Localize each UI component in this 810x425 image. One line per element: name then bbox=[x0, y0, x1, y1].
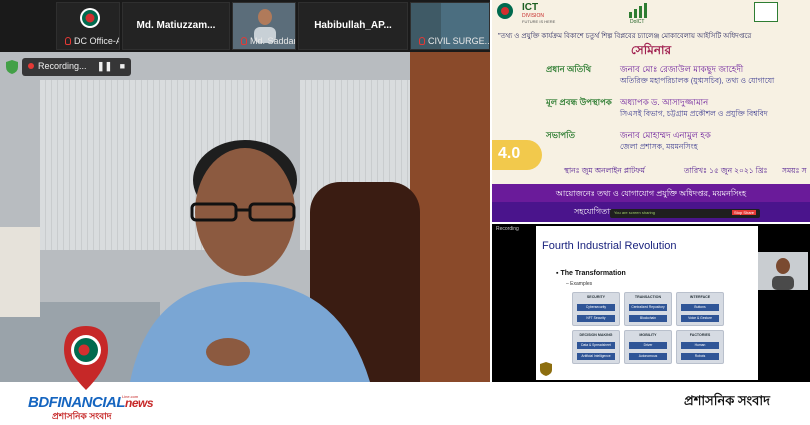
chief-guest-role: প্রধান অতিথি bbox=[546, 64, 592, 74]
participant-tile[interactable]: CIVIL SURGE... bbox=[410, 2, 490, 50]
section-title: প্রশাসনিক সংবাদ bbox=[684, 393, 770, 408]
stop-share-button[interactable]: Stop Share bbox=[731, 210, 756, 215]
seminar-title: সেমিনার bbox=[630, 43, 672, 57]
bangladesh-emblem-icon bbox=[497, 3, 513, 19]
chief-guest-name: জনাব মোঃ রেজাউল মাকছুদ জাহেদী bbox=[620, 64, 744, 74]
card-before: Data & Spreadsheet bbox=[577, 342, 615, 349]
presenter-person bbox=[772, 258, 794, 290]
bangladesh-emblem-icon bbox=[80, 8, 100, 28]
participant-tile[interactable]: Md. Matiuzzam... bbox=[122, 2, 230, 50]
card-after: Autonomous bbox=[629, 353, 667, 360]
pres-recording-label: Recording bbox=[496, 226, 519, 232]
chair-role: সভাপতি bbox=[546, 130, 575, 140]
participant-name: DC Office-Ad bbox=[65, 36, 119, 46]
chair-designation: জেলা প্রশাসক, ময়মনসিংহ bbox=[620, 142, 698, 151]
recording-indicator[interactable]: Recording... ❚❚ ■ bbox=[22, 58, 132, 76]
transformation-card: DECISION MAKING Data & Spreadsheet Artific… bbox=[572, 330, 620, 364]
card-heading: FACTORIES bbox=[689, 333, 711, 337]
site-footer: BDFINANCIALnews Line.com প্রশাসনিক সংবাদ… bbox=[0, 326, 810, 425]
card-heading: TRANSACTION bbox=[634, 295, 662, 299]
date-text: তারিখঃ ১৫ জুন ২০২১ খ্রিঃ bbox=[684, 166, 768, 175]
card-after: Artificial Intelligence bbox=[577, 353, 615, 360]
participant-strip: DC Office-Ad Md. Matiuzzam... Md. Saddam… bbox=[0, 0, 490, 52]
card-heading: DECISION MAKING bbox=[579, 333, 613, 337]
doict-label: DoICT bbox=[630, 19, 645, 25]
doict-logo-icon bbox=[629, 3, 647, 18]
shield-icon bbox=[6, 60, 18, 74]
ict-division-tag: FUTURE IS HERE bbox=[522, 19, 556, 24]
slide-subbullet: – Examples bbox=[566, 281, 593, 287]
card-after: Robots bbox=[681, 353, 719, 360]
university-crest-icon bbox=[540, 362, 552, 376]
industry-4-label: 4.0 bbox=[498, 145, 521, 162]
keynote-designation: সিএসই বিভাগ, চট্টগ্রাম প্রকৌশল ও প্রযুক্… bbox=[620, 109, 768, 118]
transformation-card: INTERFACE Buttons Voice & Gesture bbox=[676, 292, 724, 326]
card-before: Cybersecurity bbox=[577, 304, 615, 311]
industry-4-badge: 4.0 bbox=[492, 140, 542, 170]
participant-name: Habibullah_AP... bbox=[314, 20, 392, 31]
transformation-card: SECURITY Cybersecurity NFT Security bbox=[572, 292, 620, 326]
location-pin-icon bbox=[64, 326, 108, 390]
stop-icon[interactable]: ■ bbox=[120, 61, 125, 71]
wooden-cabinet bbox=[410, 52, 490, 382]
card-after: Blockchain bbox=[629, 315, 667, 322]
partner-logo bbox=[754, 2, 778, 22]
chair-name: জনাব মোহাম্মদ এনামুল হক bbox=[620, 130, 711, 140]
card-after: Voice & Gesture bbox=[681, 315, 719, 322]
seminar-heading: "তথ্য ও প্রযুক্তি কার্যক্রম বিকাশে চতুর্… bbox=[498, 33, 752, 40]
card-heading: SECURITY bbox=[586, 295, 606, 299]
chief-guest-designation: অতিরিক্ত মহাপরিচালক (যুগ্মসচিব), তথ্য ও … bbox=[620, 76, 775, 85]
screen-share-toolbar[interactable]: You are screen sharing Stop Share bbox=[610, 209, 760, 218]
presenter-thumbnail[interactable] bbox=[758, 252, 808, 290]
card-before: Buttons bbox=[681, 304, 719, 311]
participant-name: Md. Matiuzzam... bbox=[136, 20, 216, 31]
card-heading: INTERFACE bbox=[689, 295, 711, 299]
participant-tile[interactable]: Md. Saddam... bbox=[232, 2, 296, 50]
time-text: সময়ঃ স bbox=[782, 166, 807, 175]
participant-name: CIVIL SURGE... bbox=[419, 36, 489, 46]
keynote-role: মূল প্রবন্ধ উপস্থাপক bbox=[546, 97, 612, 107]
seminar-banner: ICT DIVISION FUTURE IS HERE DoICT "তথ্য … bbox=[492, 0, 810, 222]
brand-tagline: প্রশাসনিক সংবাদ bbox=[52, 411, 112, 421]
muted-mic-icon bbox=[419, 37, 425, 45]
slide-bullet: ▪ The Transformation bbox=[556, 270, 626, 277]
participant-name: Md. Saddam... bbox=[241, 36, 295, 46]
brand-sub: Line.com bbox=[122, 394, 139, 399]
transformation-card: TRANSACTION Centralized Repository Blockch… bbox=[624, 292, 672, 326]
keynote-name: অধ্যাপক ড. আসাদুজ্জামান bbox=[620, 97, 709, 107]
transformation-card: MOBILITY Driver Autonomous bbox=[624, 330, 672, 364]
card-before: Human bbox=[681, 342, 719, 349]
presentation-window: Recording Fourth Industrial Revolution ▪… bbox=[492, 224, 810, 382]
screen-share-label: You are screen sharing bbox=[614, 210, 655, 215]
pause-icon[interactable]: ❚❚ bbox=[97, 61, 112, 71]
ict-division-logo: ICT bbox=[522, 2, 539, 13]
muted-mic-icon bbox=[241, 37, 247, 45]
shelf bbox=[0, 227, 40, 317]
venue-text: স্থানঃ জুম অনলাইন প্লাটফর্ম bbox=[564, 166, 645, 175]
speaker-person bbox=[130, 140, 370, 382]
transformation-card: FACTORIES Human Robots bbox=[676, 330, 724, 364]
organizer-bar: আয়োজনেঃ তথ্য ও যোগাযোগ প্রযুক্তি অধিদপ্… bbox=[492, 184, 810, 202]
muted-mic-icon bbox=[65, 37, 71, 45]
card-before: Driver bbox=[629, 342, 667, 349]
card-before: Centralized Repository bbox=[629, 304, 667, 311]
cooperation-text: সহযোগিতায় bbox=[574, 207, 615, 216]
slide-title: Fourth Industrial Revolution bbox=[542, 240, 677, 252]
participant-tile[interactable]: DC Office-Ad bbox=[56, 2, 120, 50]
participant-tile[interactable]: Habibullah_AP... bbox=[298, 2, 408, 50]
recording-label: Recording... bbox=[38, 61, 87, 71]
record-dot-icon bbox=[28, 63, 34, 69]
card-after: NFT Security bbox=[577, 315, 615, 322]
card-heading: MOBILITY bbox=[639, 333, 657, 337]
slide: Fourth Industrial Revolution ▪ The Trans… bbox=[536, 226, 758, 380]
